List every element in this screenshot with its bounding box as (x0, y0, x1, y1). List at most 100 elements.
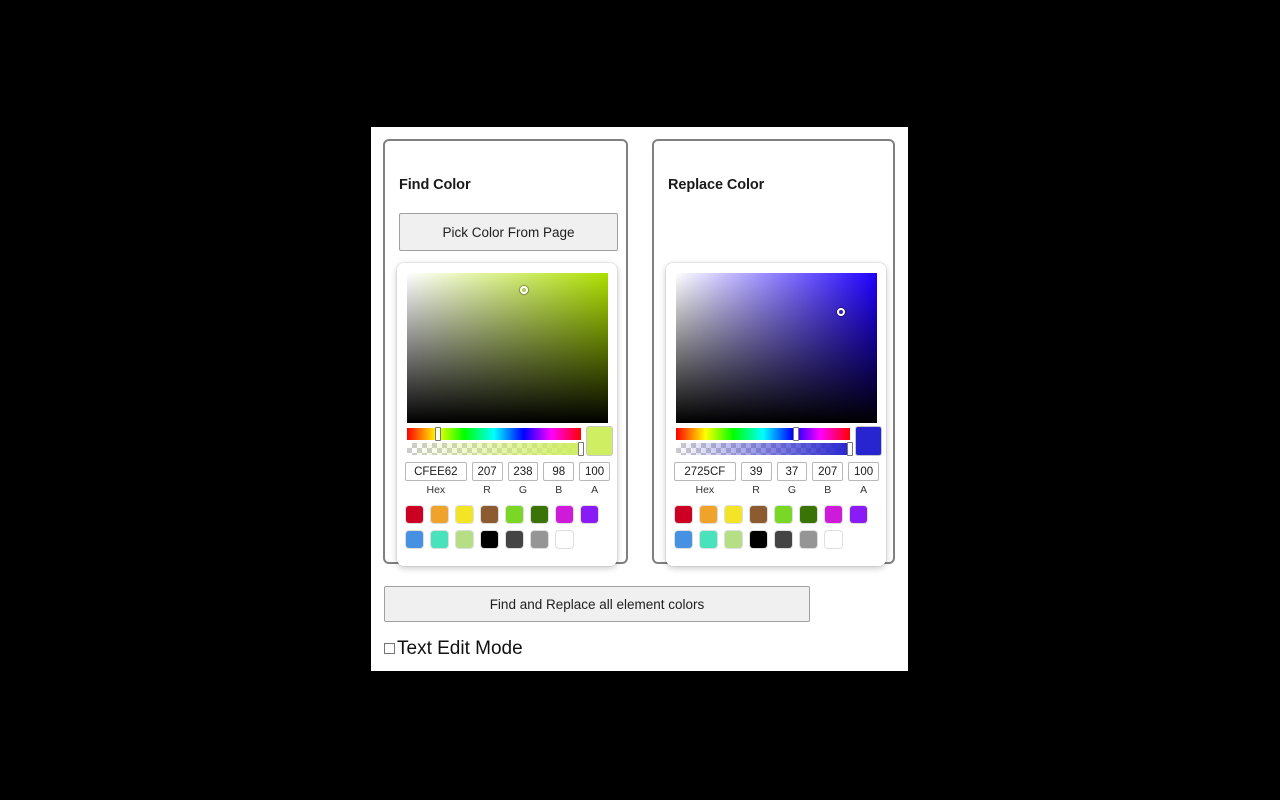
replace-color-picker[interactable]: Hex R G B A (666, 263, 886, 566)
find-alpha-handle[interactable] (578, 442, 584, 456)
replace-r-label: R (752, 484, 760, 496)
find-a-field-group: A (579, 462, 610, 496)
palette-swatch[interactable] (506, 506, 523, 523)
palette-swatch[interactable] (506, 531, 523, 548)
find-r-input[interactable] (471, 462, 503, 481)
replace-a-field-group: A (848, 462, 879, 496)
replace-hue-gradient (676, 428, 850, 440)
palette-row (675, 506, 875, 523)
palette-swatch[interactable] (725, 531, 742, 548)
palette-swatch[interactable] (800, 531, 817, 548)
find-a-label: A (591, 484, 599, 496)
find-hex-input[interactable] (405, 462, 467, 481)
palette-swatch[interactable] (775, 506, 792, 523)
palette-swatch[interactable] (825, 506, 842, 523)
find-g-field-group: G (507, 462, 539, 496)
find-alpha-slider[interactable] (407, 442, 584, 456)
palette-swatch[interactable] (556, 506, 573, 523)
find-hue-gradient (407, 428, 581, 440)
palette-swatch[interactable] (800, 506, 817, 523)
find-r-field-group: R (471, 462, 503, 496)
replace-palette[interactable] (675, 506, 875, 556)
find-r-label: R (483, 484, 491, 496)
palette-row (406, 531, 606, 548)
find-a-input[interactable] (579, 462, 610, 481)
find-alpha-gradient (407, 443, 581, 455)
replace-g-label: G (787, 484, 796, 496)
find-g-input[interactable] (507, 462, 539, 481)
replace-alpha-handle[interactable] (847, 442, 853, 456)
find-color-title: Find Color (399, 177, 471, 193)
palette-swatch[interactable] (700, 506, 717, 523)
replace-color-panel: Replace Color 2725CF Hex 39 R 37 G 207 B… (652, 139, 895, 566)
replace-saturation-black-gradient (676, 273, 877, 423)
palette-swatch[interactable] (750, 506, 767, 523)
replace-hex-input[interactable] (674, 462, 736, 481)
find-b-label: B (555, 484, 563, 496)
replace-alpha-slider[interactable] (676, 442, 853, 456)
text-edit-mode-label: Text Edit Mode (397, 638, 523, 659)
replace-r-field-group: R (740, 462, 772, 496)
find-saturation-area[interactable] (407, 273, 608, 423)
find-hue-handle[interactable] (435, 427, 442, 441)
palette-swatch[interactable] (556, 531, 573, 548)
palette-swatch[interactable] (531, 531, 548, 548)
find-color-picker[interactable]: Hex R G B A (397, 263, 617, 566)
replace-a-input[interactable] (848, 462, 879, 481)
palette-swatch[interactable] (456, 506, 473, 523)
palette-swatch[interactable] (481, 531, 498, 548)
palette-swatch[interactable] (406, 531, 423, 548)
find-and-replace-button[interactable]: Find and Replace all element colors (384, 586, 810, 622)
palette-swatch[interactable] (481, 506, 498, 523)
replace-color-title: Replace Color (668, 177, 765, 193)
find-saturation-cursor[interactable] (519, 285, 528, 294)
palette-swatch[interactable] (750, 531, 767, 548)
palette-swatch[interactable] (850, 506, 867, 523)
replace-r-input[interactable] (740, 462, 772, 481)
replace-g-input[interactable] (776, 462, 808, 481)
replace-saturation-area[interactable] (676, 273, 877, 423)
find-palette[interactable] (406, 506, 606, 556)
palette-swatch[interactable] (675, 531, 692, 548)
replace-hex-label: Hex (695, 484, 715, 496)
find-color-panel: Find Color Pick Color From Page CFEE62 H… (383, 139, 628, 566)
replace-b-field-group: B (812, 462, 844, 496)
replace-hue-slider[interactable] (676, 427, 850, 441)
replace-hex-field-group: Hex (674, 462, 736, 496)
palette-swatch[interactable] (825, 531, 842, 548)
palette-row (406, 506, 606, 523)
palette-swatch[interactable] (431, 531, 448, 548)
text-edit-mode-checkbox[interactable] (384, 643, 395, 654)
palette-swatch[interactable] (406, 506, 423, 523)
palette-row (675, 531, 875, 548)
app-page: Find Color Pick Color From Page CFEE62 H… (371, 127, 908, 671)
replace-b-input[interactable] (812, 462, 844, 481)
palette-swatch[interactable] (431, 506, 448, 523)
palette-swatch[interactable] (725, 506, 742, 523)
palette-swatch[interactable] (675, 506, 692, 523)
find-b-field-group: B (543, 462, 575, 496)
find-b-input[interactable] (543, 462, 575, 481)
replace-color-fields: Hex R G B A (674, 462, 879, 496)
find-color-fields: Hex R G B A (405, 462, 610, 496)
find-hue-slider[interactable] (407, 427, 581, 441)
find-color-preview-swatch (587, 427, 612, 455)
palette-swatch[interactable] (700, 531, 717, 548)
palette-swatch[interactable] (775, 531, 792, 548)
replace-a-label: A (860, 484, 868, 496)
text-edit-mode-row[interactable]: Text Edit Mode (384, 639, 523, 658)
replace-saturation-cursor[interactable] (836, 308, 845, 316)
replace-alpha-gradient (676, 443, 850, 455)
replace-g-field-group: G (776, 462, 808, 496)
find-g-label: G (518, 484, 527, 496)
replace-b-label: B (824, 484, 832, 496)
pick-color-from-page-button[interactable]: Pick Color From Page (399, 213, 618, 251)
palette-swatch[interactable] (456, 531, 473, 548)
palette-swatch[interactable] (581, 506, 598, 523)
find-hex-field-group: Hex (405, 462, 467, 496)
replace-hue-handle[interactable] (793, 427, 800, 441)
palette-swatch[interactable] (531, 506, 548, 523)
find-hex-label: Hex (426, 484, 446, 496)
replace-color-preview-swatch (856, 427, 881, 455)
find-saturation-black-gradient (407, 273, 608, 423)
